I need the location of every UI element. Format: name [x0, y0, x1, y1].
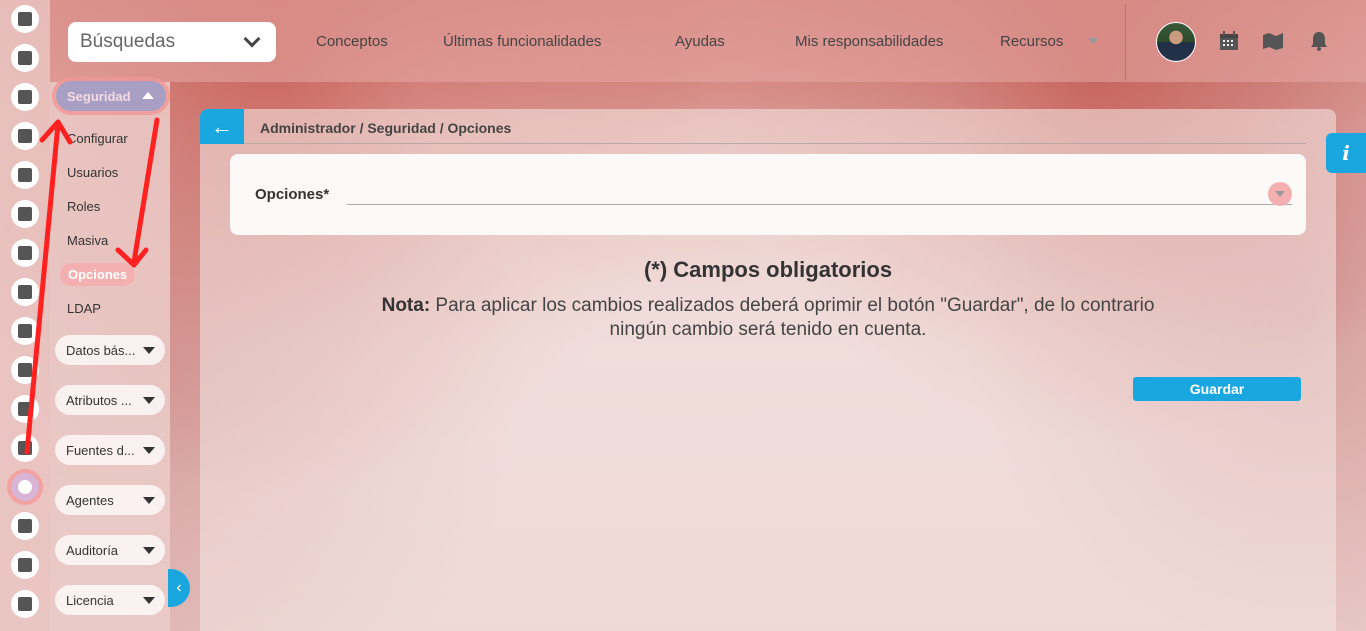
map-rail-icon[interactable] [11, 161, 39, 189]
sidebar-item-configurar[interactable]: Configurar [67, 131, 128, 146]
menu-icon[interactable] [11, 83, 39, 111]
breadcrumb-divider [244, 143, 1306, 144]
chevron-down-icon [143, 497, 155, 504]
caret-down-icon [1275, 191, 1285, 197]
sidebar-item-usuarios[interactable]: Usuarios [67, 165, 118, 180]
nav-ultimas-funcionalidades[interactable]: Últimas funcionalidades [443, 33, 601, 50]
sidebar-section-label: Seguridad [67, 88, 131, 104]
clock-icon[interactable] [11, 200, 39, 228]
chevron-down-icon [143, 597, 155, 604]
nav-ayudas[interactable]: Ayudas [675, 33, 725, 50]
sidebar-group-fuentes[interactable]: Fuentes d... [55, 435, 165, 465]
back-button[interactable]: ← [200, 109, 244, 144]
note-label: Nota: [381, 295, 431, 316]
nav-recursos[interactable]: Recursos [1000, 33, 1063, 50]
note-body: Para aplicar los cambios realizados debe… [430, 295, 1155, 340]
sidebar-section-seguridad[interactable]: Seguridad [56, 81, 166, 111]
presentation-icon[interactable] [11, 44, 39, 72]
sidebar-group-agentes[interactable]: Agentes [55, 485, 165, 515]
sidebar-group-label: Agentes [66, 492, 114, 508]
opciones-select[interactable] [347, 204, 1292, 205]
chevron-left-icon: ‹ [176, 579, 182, 596]
check-icon[interactable] [11, 317, 39, 345]
arrow-left-icon: ← [211, 113, 233, 139]
sidebar-item-roles[interactable]: Roles [67, 199, 100, 214]
form-card [230, 154, 1306, 235]
bell-icon[interactable] [1308, 30, 1330, 52]
sidebar-item-masiva[interactable]: Masiva [67, 233, 108, 248]
chevron-down-icon [143, 547, 155, 554]
opciones-field-label: Opciones* [255, 186, 330, 203]
breadcrumb: Administrador / Seguridad / Opciones [260, 120, 512, 136]
sidebar-group-label: Licencia [66, 592, 114, 608]
sidebar-group-datos-basicos[interactable]: Datos bás... [55, 335, 165, 365]
info-button[interactable]: i [1326, 133, 1366, 173]
nav-conceptos[interactable]: Conceptos [316, 33, 388, 50]
calendar-icon[interactable] [1218, 30, 1240, 52]
map-icon[interactable] [1262, 30, 1284, 52]
warning-icon[interactable] [11, 356, 39, 384]
chart-icon[interactable] [11, 5, 39, 33]
chevron-down-icon [143, 347, 155, 354]
gear-icon[interactable] [11, 473, 39, 501]
chevron-up-icon [142, 92, 154, 99]
required-fields-notice: (*) Campos obligatorios [643, 257, 893, 282]
list-icon[interactable] [11, 590, 39, 618]
sidebar-group-label: Auditoría [66, 542, 119, 558]
nav-mis-responsabilidades[interactable]: Mis responsabilidades [795, 33, 943, 50]
sidebar-group-atributos[interactable]: Atributos ... [55, 385, 165, 415]
search-dropdown-label: Búsquedas [80, 31, 176, 52]
chevron-down-icon [143, 397, 155, 404]
sidebar-group-licencia[interactable]: Licencia [55, 585, 165, 615]
avatar[interactable] [1156, 22, 1196, 62]
note-text: Nota: Para aplicar los cambios realizado… [370, 294, 1166, 342]
sidebar-group-label: Datos bás... [66, 342, 136, 358]
save-button[interactable]: Guardar [1133, 377, 1301, 401]
users-icon[interactable] [11, 512, 39, 540]
top-divider [1125, 4, 1126, 80]
cloud-icon[interactable] [11, 551, 39, 579]
calendar-rail-icon[interactable] [11, 395, 39, 423]
sidebar-group-label: Fuentes d... [66, 442, 135, 458]
opciones-dropdown-toggle[interactable] [1268, 182, 1292, 206]
chevron-down-icon [143, 447, 155, 454]
pie-chart-icon[interactable] [11, 122, 39, 150]
search-dropdown[interactable]: Búsquedas [68, 22, 276, 62]
sidebar-item-ldap[interactable]: LDAP [67, 301, 101, 316]
chevron-down-icon [243, 30, 261, 48]
sidebar-group-auditoria[interactable]: Auditoría [55, 535, 165, 565]
network-icon[interactable] [11, 434, 39, 462]
sidebar-group-label: Atributos ... [66, 392, 132, 408]
recursos-caret-icon[interactable] [1088, 38, 1098, 44]
